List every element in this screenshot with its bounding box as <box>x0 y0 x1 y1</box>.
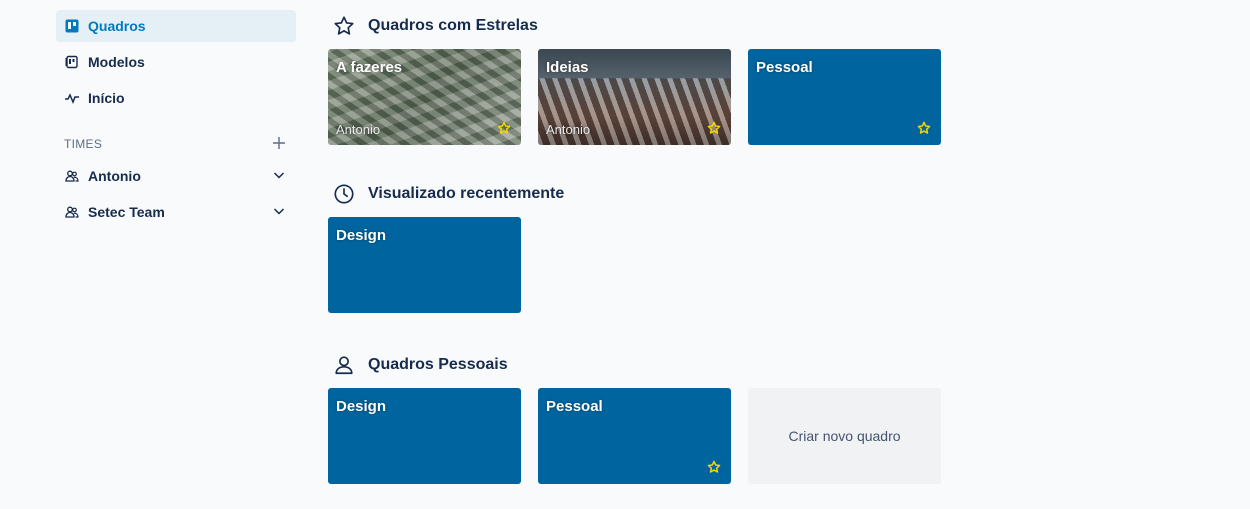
section-header: Quadros com Estrelas <box>328 10 1088 42</box>
section-header: Visualizado recentemente <box>328 178 1088 210</box>
template-icon <box>64 54 80 70</box>
sidebar-team-setec[interactable]: Setec Team <box>56 196 296 228</box>
sidebar-item-inicio[interactable]: Início <box>56 82 296 114</box>
board-list: A fazeres Antonio Ideias Antonio Pessoal <box>328 49 1088 145</box>
sidebar: Quadros Modelos Início TIMES Antonio Set… <box>56 10 296 232</box>
board-list: Design Pessoal Criar novo quadro <box>328 388 1088 484</box>
add-team-icon[interactable] <box>272 136 288 152</box>
section-title: Visualizado recentemente <box>368 185 565 202</box>
star-icon[interactable] <box>707 121 721 135</box>
starred-section: Quadros com Estrelas A fazeres Antonio I… <box>328 10 1088 145</box>
section-title: Quadros Pessoais <box>368 356 508 373</box>
chevron-down-icon[interactable] <box>272 204 288 220</box>
person-icon <box>332 353 356 377</box>
sidebar-team-label: Setec Team <box>88 204 165 220</box>
board-title: Design <box>336 227 387 244</box>
clock-icon <box>332 182 356 206</box>
create-board-label: Criar novo quadro <box>788 428 901 444</box>
activity-icon <box>64 90 80 106</box>
star-outline-icon <box>332 14 356 38</box>
board-tile-ideias[interactable]: Ideias Antonio <box>538 49 731 145</box>
personal-section: Quadros Pessoais Design Pessoal Criar no… <box>328 349 1088 484</box>
sidebar-item-modelos[interactable]: Modelos <box>56 46 296 78</box>
team-icon <box>64 204 80 220</box>
sidebar-team-label: Antonio <box>88 168 141 184</box>
board-tile-pessoal[interactable]: Pessoal <box>748 49 941 145</box>
sidebar-item-label: Modelos <box>88 54 145 70</box>
chevron-down-icon[interactable] <box>272 168 288 184</box>
board-title: Ideias <box>546 59 589 76</box>
board-tile-design[interactable]: Design <box>328 388 521 484</box>
board-owner: Antonio <box>336 122 381 137</box>
sidebar-item-quadros[interactable]: Quadros <box>56 10 296 42</box>
star-icon[interactable] <box>497 121 511 135</box>
board-tile-a-fazeres[interactable]: A fazeres Antonio <box>328 49 521 145</box>
team-icon <box>64 168 80 184</box>
teams-header: TIMES <box>56 128 296 160</box>
board-list: Design <box>328 217 1088 313</box>
create-board-button[interactable]: Criar novo quadro <box>748 388 941 484</box>
board-tile-design[interactable]: Design <box>328 217 521 313</box>
board-title: A fazeres <box>336 59 403 76</box>
board-owner: Antonio <box>546 122 591 137</box>
sidebar-team-antonio[interactable]: Antonio <box>56 160 296 192</box>
section-header: Quadros Pessoais <box>328 349 1088 381</box>
recent-section: Visualizado recentemente Design <box>328 178 1088 313</box>
star-icon[interactable] <box>707 460 721 474</box>
board-title: Design <box>336 398 387 415</box>
board-title: Pessoal <box>756 59 813 76</box>
boards-main: Quadros com Estrelas A fazeres Antonio I… <box>328 10 1088 484</box>
sidebar-item-label: Início <box>88 90 125 106</box>
board-tile-pessoal[interactable]: Pessoal <box>538 388 731 484</box>
section-title: Quadros com Estrelas <box>368 17 538 34</box>
sidebar-item-label: Quadros <box>88 18 146 34</box>
board-title: Pessoal <box>546 398 603 415</box>
teams-label: TIMES <box>64 137 103 151</box>
board-icon <box>64 18 80 34</box>
star-icon[interactable] <box>917 121 931 135</box>
